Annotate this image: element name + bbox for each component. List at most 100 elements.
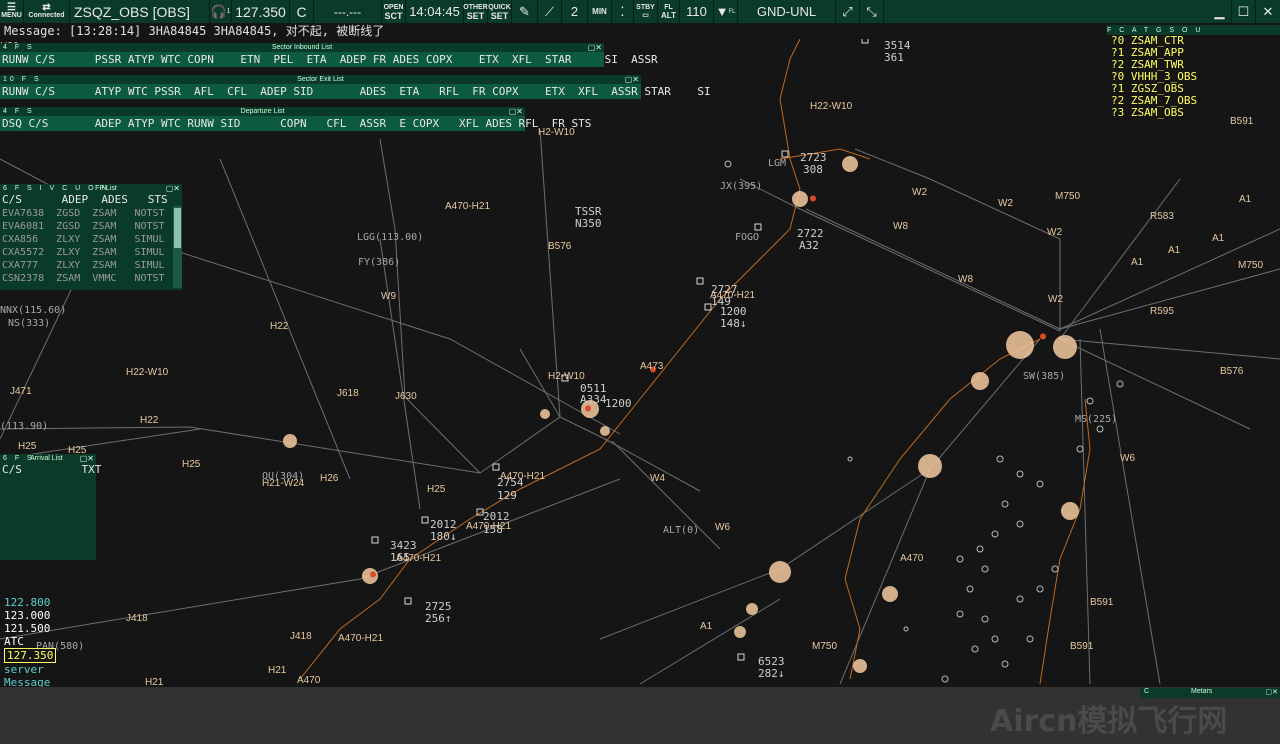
dots-button[interactable]: ⁚ xyxy=(612,0,634,23)
dots-icon: ⁚ xyxy=(620,3,625,19)
headset-icon: 🎧 xyxy=(210,3,227,19)
fp-row[interactable]: EVA6081 ZGSD ZSAM NOTST xyxy=(0,220,182,233)
active-frequency[interactable]: 127.350 xyxy=(4,648,57,663)
arrival-list-header: C/S TXT xyxy=(2,463,102,476)
fp-row[interactable]: EVA7638 ZGSD ZSAM NOTST xyxy=(0,207,182,220)
route-label: A470-H21 xyxy=(500,471,545,482)
diagonal-icon: ⟋ xyxy=(544,3,555,19)
aircraft-label[interactable]: 1200 xyxy=(605,397,632,410)
zoom-in-button[interactable]: ⤢ xyxy=(836,0,860,23)
route-label: H2-W10 xyxy=(548,371,585,382)
fl-alt-button[interactable]: FL ALT xyxy=(658,0,680,23)
route-label: A473 xyxy=(640,361,664,372)
aircraft-label[interactable]: 180↓ xyxy=(430,530,457,543)
minimize-button[interactable]: ▁ xyxy=(1208,0,1232,23)
window-close-icon[interactable]: ▢✕ xyxy=(166,184,180,193)
route-label: A1 xyxy=(700,621,713,632)
route-label: A470 xyxy=(900,553,924,564)
scrollbar-thumb[interactable] xyxy=(174,208,181,248)
sector-inbound-window[interactable]: 4 F S Sector Inbound List ▢✕ RUNW C/S PS… xyxy=(0,43,658,67)
window-titlebar[interactable]: 6 F S I V C U O N FP List ▢✕ xyxy=(0,184,182,193)
fp-row[interactable]: CXA856 ZLXY ZSAM SIMUL xyxy=(0,233,182,246)
window-close-icon[interactable]: ▢✕ xyxy=(588,43,602,52)
departure-window[interactable]: 4 F S Departure List ▢✕ DSQ C/S ADEP ATY… xyxy=(0,107,591,131)
altitude-filter-display[interactable]: GND-UNL xyxy=(738,0,836,23)
frequency-display[interactable]: 127.350 xyxy=(232,0,290,23)
window-close-icon[interactable]: ▢✕ xyxy=(625,75,639,84)
window-close-icon[interactable]: ▢✕ xyxy=(80,454,94,463)
aircraft-label[interactable]: 282↓ xyxy=(758,667,785,680)
draw-tool-button[interactable]: ✎ xyxy=(512,0,538,23)
other-set-button[interactable]: OTHER SET xyxy=(463,0,488,23)
maximize-button[interactable]: ☐ xyxy=(1232,0,1256,23)
window-titlebar[interactable]: 4 F S Departure List ▢✕ xyxy=(0,107,525,116)
fp-row[interactable]: CSN2378 ZSAM VMMC NOTST xyxy=(0,272,182,285)
aircraft-label[interactable]: A32 xyxy=(799,239,819,252)
window-close-icon[interactable]: ▢✕ xyxy=(1266,688,1278,696)
secondary-frequency[interactable]: ---.--- xyxy=(314,0,382,23)
route-label: W2 xyxy=(1048,294,1063,305)
headset-button[interactable]: 🎧 1 xyxy=(210,0,232,23)
connect-icon: ⇄ xyxy=(42,1,51,13)
freq-3[interactable]: 121.500 xyxy=(4,622,56,635)
arrival-list-window[interactable]: 6 F S Arrival List ▢✕ C/S TXT xyxy=(0,454,102,560)
stby-button[interactable]: STBY ▭ xyxy=(634,0,658,23)
menu-button[interactable]: ☰ MENU xyxy=(0,0,24,23)
route-label: B591 xyxy=(1090,597,1114,608)
close-button[interactable]: ✕ xyxy=(1256,0,1280,23)
connect-button[interactable]: ⇄ Connected xyxy=(24,0,70,23)
fix-label: FY(386) xyxy=(358,257,400,268)
scrollbar[interactable] xyxy=(173,206,182,288)
route-label: W4 xyxy=(650,473,665,484)
aircraft-label[interactable]: N350 xyxy=(575,217,602,230)
freq-1[interactable]: 122.800 xyxy=(4,596,56,609)
fix-label: LGM xyxy=(768,158,786,169)
c-button[interactable]: C xyxy=(290,0,314,23)
window-titlebar[interactable]: 4 F S Sector Inbound List ▢✕ xyxy=(0,43,604,52)
route-label: H26 xyxy=(320,473,339,484)
route-label: H25 xyxy=(427,484,446,495)
fp-list-header: C/S ADEP ADES STS xyxy=(2,193,168,206)
aircraft-label[interactable]: 148↓ xyxy=(720,317,747,330)
route-label: M750 xyxy=(1055,191,1080,202)
freq-2[interactable]: 123.000 xyxy=(4,609,56,622)
route-label: W2 xyxy=(912,187,927,198)
aircraft-label[interactable]: 308 xyxy=(803,163,823,176)
route-label: W6 xyxy=(1120,453,1135,464)
aircraft-label[interactable]: A334 xyxy=(580,393,607,406)
route-label: H22-W10 xyxy=(810,101,853,112)
route-label: J471 xyxy=(10,386,32,397)
sector-exit-window[interactable]: 10 F S Sector Exit List ▢✕ RUNW C/S ATYP… xyxy=(0,75,711,99)
fix-label: MS(225) xyxy=(1075,414,1117,425)
radar-map[interactable]: ●●●●● TSSRN350351436127233082722A3227271… xyxy=(0,39,1280,687)
route-label: A1 xyxy=(1168,245,1181,256)
fp-list-window[interactable]: 6 F S I V C U O N FP List ▢✕ C/S ADEP AD… xyxy=(0,184,182,290)
clock-display: 14:04:45 xyxy=(406,0,464,23)
atc-label: ATC xyxy=(4,635,24,648)
open-sct-button[interactable]: OPEN SCT xyxy=(382,0,406,23)
zoom-out-button[interactable]: ⤡ xyxy=(860,0,884,23)
window-close-icon[interactable]: ▢✕ xyxy=(509,107,523,116)
route-tool-button[interactable]: ⟋ xyxy=(538,0,562,23)
fp-row[interactable]: CXA777 ZLXY ZSAM SIMUL xyxy=(0,259,182,272)
aircraft-label[interactable]: 361 xyxy=(884,51,904,64)
window-titlebar[interactable]: 10 F S Sector Exit List ▢✕ xyxy=(0,75,641,84)
quick-set-button[interactable]: QUICK SET xyxy=(488,0,512,23)
fp-row[interactable]: CXA5572 ZLXY ZSAM SIMUL xyxy=(0,246,182,259)
aircraft-label[interactable]: 129 xyxy=(497,489,517,502)
filter-icon: ▼ xyxy=(715,4,729,19)
route-label: H21 xyxy=(145,677,164,687)
route-label: H22 xyxy=(140,415,159,426)
sector-boundary xyxy=(299,39,1091,685)
filter-button[interactable]: ▼ FL xyxy=(714,0,738,23)
fix-label: LGG(113.00) xyxy=(357,232,423,243)
server-label: server xyxy=(4,663,44,676)
window-titlebar[interactable]: 6 F S Arrival List ▢✕ xyxy=(0,454,96,463)
aircraft-label[interactable]: 256↑ xyxy=(425,612,452,625)
route-label: J418 xyxy=(126,613,148,624)
min-button[interactable]: MIN xyxy=(588,0,612,23)
route-label: H25 xyxy=(18,441,37,452)
pen-icon: ✎ xyxy=(519,3,530,19)
controller-item[interactable]: ?3 ZSAM_OBS xyxy=(1107,107,1280,119)
